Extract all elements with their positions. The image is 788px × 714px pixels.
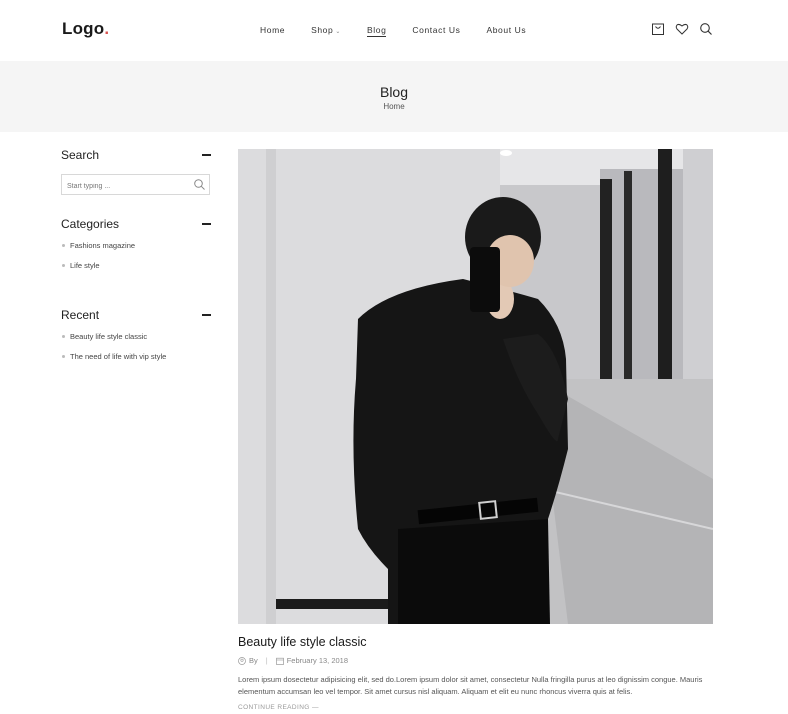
categories-widget-title: Categories — [61, 217, 120, 231]
user-icon — [238, 656, 246, 665]
continue-reading-link[interactable]: CONTINUE READING — — [238, 704, 713, 711]
collapse-minus-icon[interactable] — [202, 314, 211, 316]
post-meta: By | February 13, 2018 — [238, 656, 713, 665]
search-icon[interactable] — [193, 178, 206, 191]
sidebar: Search Categories Fashions magazine Life… — [61, 148, 211, 372]
post-title[interactable]: Beauty life style classic — [238, 635, 713, 649]
chevron-down-icon: ⌄ — [335, 29, 341, 35]
breadcrumb[interactable]: Home — [0, 102, 788, 111]
search-icon[interactable] — [699, 22, 713, 36]
recent-widget-title: Recent — [61, 308, 100, 322]
post-excerpt: Lorem ipsum dosectetur adipisicing elit,… — [238, 675, 703, 696]
heart-icon[interactable] — [675, 22, 689, 36]
nav-blog[interactable]: Blog — [366, 25, 387, 37]
categories-widget-header[interactable]: Categories — [61, 217, 211, 231]
blog-post: Beauty life style classic By | February … — [238, 149, 713, 711]
post-photo — [238, 149, 713, 624]
arrow-dash-icon: — — [311, 704, 319, 711]
categories-widget: Categories Fashions magazine Life style — [61, 217, 211, 281]
logo[interactable]: Logo. — [62, 19, 109, 39]
category-link[interactable]: Life style — [70, 261, 100, 270]
meta-divider: | — [265, 656, 268, 665]
search-widget: Search — [61, 148, 211, 196]
bullet-dot-icon — [62, 264, 65, 267]
list-item[interactable]: Beauty life style classic — [61, 332, 211, 352]
categories-list: Fashions magazine Life style — [61, 241, 211, 281]
recent-widget-header[interactable]: Recent — [61, 308, 211, 322]
nav-contact-us[interactable]: Contact Us — [412, 25, 460, 37]
list-item[interactable]: Fashions magazine — [61, 241, 211, 261]
nav-shop-label: Shop — [311, 25, 334, 35]
post-featured-image[interactable] — [238, 149, 713, 624]
collapse-minus-icon[interactable] — [202, 154, 211, 156]
post-date: February 13, 2018 — [286, 656, 349, 665]
nav-about-us[interactable]: About Us — [486, 25, 526, 37]
shopping-bag-icon[interactable] — [651, 22, 665, 36]
site-header: Logo. Home Shop ⌄ Blog Contact Us About U… — [0, 0, 788, 61]
search-widget-title: Search — [61, 148, 100, 162]
nav-shop[interactable]: Shop ⌄ — [311, 25, 341, 37]
main-nav: Home Shop ⌄ Blog Contact Us About Us — [260, 25, 552, 37]
calendar-icon — [275, 657, 284, 665]
category-link[interactable]: Fashions magazine — [70, 241, 135, 250]
search-box — [61, 174, 210, 196]
list-item[interactable]: Life style — [61, 261, 211, 281]
logo-dot: . — [104, 19, 110, 38]
page-banner: Blog Home — [0, 61, 788, 132]
recent-widget: Recent Beauty life style classic The nee… — [61, 308, 211, 372]
page-title: Blog — [379, 84, 409, 100]
search-input[interactable] — [62, 177, 187, 196]
header-icons — [651, 22, 723, 36]
recent-list: Beauty life style classic The need of li… — [61, 332, 211, 372]
read-more-label: CONTINUE READING — [238, 704, 310, 711]
bullet-dot-icon — [62, 355, 65, 358]
bullet-dot-icon — [62, 335, 65, 338]
post-author-prefix: By — [249, 656, 258, 665]
list-item[interactable]: The need of life with vip style — [61, 352, 211, 372]
bullet-dot-icon — [62, 244, 65, 247]
recent-post-link[interactable]: The need of life with vip style — [70, 352, 166, 361]
collapse-minus-icon[interactable] — [202, 223, 211, 225]
search-widget-header[interactable]: Search — [61, 148, 211, 162]
nav-home[interactable]: Home — [260, 25, 285, 37]
recent-post-link[interactable]: Beauty life style classic — [70, 332, 147, 341]
